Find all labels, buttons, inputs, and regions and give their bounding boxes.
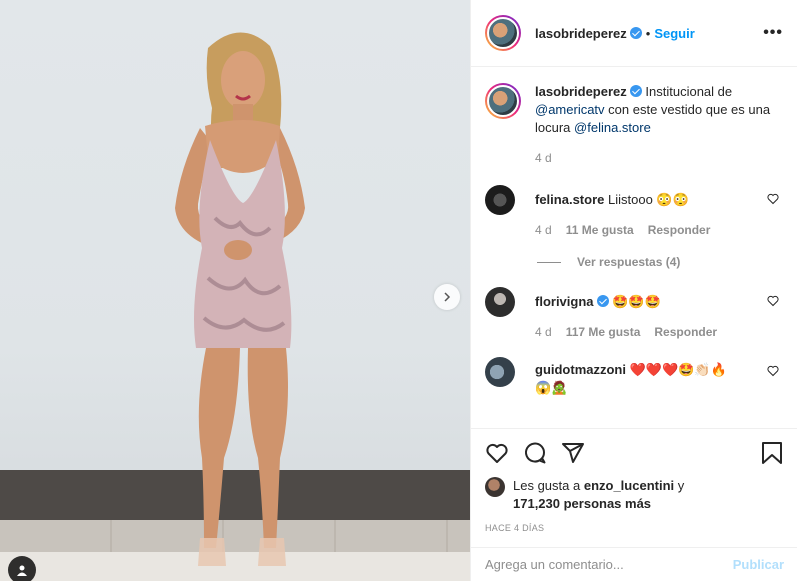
comment-likes[interactable]: 117 Me gusta <box>566 323 641 341</box>
bookmark-icon[interactable] <box>761 441 783 465</box>
comment-username[interactable]: florivigna <box>535 294 594 309</box>
post-header: lasobrideperez • Seguir ••• <box>471 0 797 67</box>
heart-icon[interactable] <box>767 365 779 377</box>
mention-americatv[interactable]: @americatv <box>535 102 605 117</box>
comments-list[interactable]: lasobrideperez Institucional de @america… <box>471 67 797 429</box>
comment-text-line2: 😱🧟 <box>535 380 568 395</box>
comment-age[interactable]: 4 d <box>535 221 552 239</box>
likes-prefix: Les gusta a <box>513 478 581 493</box>
comment-input[interactable]: Agrega un comentario... <box>485 557 624 572</box>
comment-avatar[interactable] <box>485 185 515 215</box>
model-figure <box>175 32 305 566</box>
follow-button[interactable]: Seguir <box>654 26 694 41</box>
likes-conj: y <box>677 478 685 493</box>
verified-icon <box>629 85 642 97</box>
share-icon[interactable] <box>561 441 585 465</box>
author-avatar[interactable] <box>485 15 521 51</box>
post-side-panel: lasobrideperez • Seguir ••• lasobrideper… <box>470 0 797 581</box>
comment-username[interactable]: felina.store <box>535 192 604 207</box>
reply-button[interactable]: Responder <box>654 323 717 341</box>
verified-icon <box>596 295 609 307</box>
liker-username[interactable]: enzo_lucentini <box>584 478 674 493</box>
caption-avatar[interactable] <box>485 83 521 119</box>
heart-icon[interactable] <box>767 193 779 205</box>
reply-button[interactable]: Responder <box>648 221 711 239</box>
likes-summary[interactable]: Les gusta a enzo_lucentini y 171,230 per… <box>471 477 797 513</box>
post-photo[interactable] <box>0 0 470 581</box>
comment-username[interactable]: guidotmazzoni <box>535 362 626 377</box>
comment-item: felina.store Liistooo 😳😳 4 d 11 Me gusta… <box>485 185 783 239</box>
comment-text: 🤩🤩🤩 <box>612 294 661 309</box>
view-replies-button[interactable]: Ver respuestas (4) <box>537 255 783 269</box>
next-photo-button[interactable] <box>434 284 460 310</box>
post-time-ago[interactable]: HACE 4 DÍAS <box>471 513 797 533</box>
verified-icon <box>629 27 642 39</box>
heart-icon[interactable] <box>485 441 509 465</box>
caption-text: Institucional de <box>645 84 733 99</box>
post-actions <box>471 429 797 477</box>
heart-icon[interactable] <box>767 295 779 307</box>
replies-divider <box>537 261 561 263</box>
view-replies-label: Ver respuestas (4) <box>577 255 681 269</box>
comment-text: ❤️❤️❤️🤩👏🏻🔥 <box>629 362 727 377</box>
user-tag-icon <box>17 565 27 576</box>
caption: lasobrideperez Institucional de @america… <box>485 83 783 167</box>
publish-button[interactable]: Publicar <box>733 557 784 572</box>
more-icon[interactable]: ••• <box>763 24 783 42</box>
mention-felina-store[interactable]: @felina.store <box>574 120 651 135</box>
user-tag-button[interactable] <box>8 556 36 581</box>
author-username[interactable]: lasobrideperez <box>535 26 627 41</box>
comment-likes[interactable]: 11 Me gusta <box>566 221 634 239</box>
chevron-right-icon <box>444 292 451 302</box>
caption-username[interactable]: lasobrideperez <box>535 84 627 99</box>
likes-count[interactable]: 171,230 personas más <box>513 496 651 511</box>
comment-item: guidotmazzoni ❤️❤️❤️🤩👏🏻🔥 😱🧟 <box>485 357 783 397</box>
comment-age[interactable]: 4 d <box>535 323 552 341</box>
comment-item: florivigna 🤩🤩🤩 4 d 117 Me gusta Responde… <box>485 287 783 341</box>
separator-dot: • <box>645 25 651 41</box>
comment-avatar[interactable] <box>485 357 515 387</box>
caption-age[interactable]: 4 d <box>535 149 552 167</box>
liker-avatar <box>485 477 505 497</box>
comment-icon[interactable] <box>523 441 547 465</box>
add-comment-bar: Agrega un comentario... Publicar <box>471 547 797 581</box>
comment-avatar[interactable] <box>485 287 515 317</box>
comment-text: Liistooo 😳😳 <box>607 192 689 207</box>
